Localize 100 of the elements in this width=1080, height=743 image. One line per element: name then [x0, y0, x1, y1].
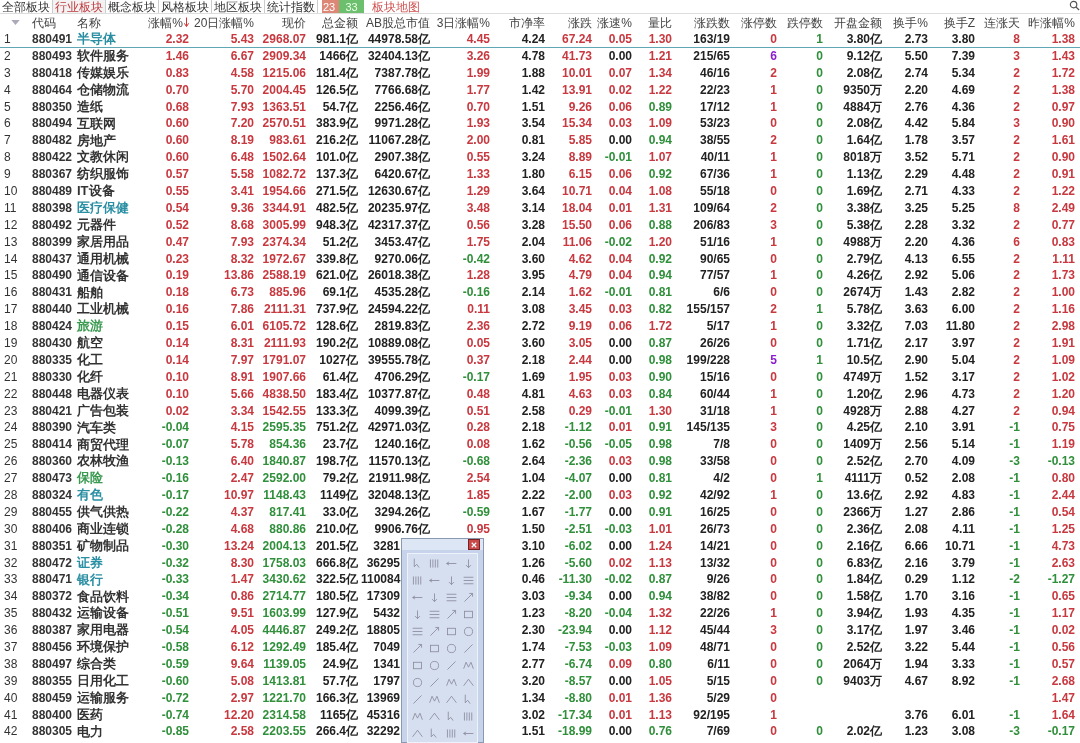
- table-cell: 2004.45: [262, 82, 306, 97]
- table-cell: 1139.05: [263, 656, 306, 671]
- column-header[interactable]: 3日涨幅%: [436, 13, 490, 32]
- row-number: 5: [4, 99, 11, 114]
- table-cell: 0: [816, 386, 823, 401]
- table-cell: 0: [770, 521, 777, 536]
- board-tab[interactable]: 行业板块: [53, 0, 106, 13]
- close-button[interactable]: [468, 539, 480, 550]
- table-cell: 5.08: [230, 673, 254, 688]
- selected-row[interactable]: 1 880491 半导体 2.32 5.43 2968.07 981.1亿 44978.58亿 4.45 4.24 67.24 0.05 1.30 163/19 0 1 3.80亿 2.73 3.80 8 1.38: [0, 31, 1080, 48]
- column-header[interactable]: 量比: [648, 13, 672, 32]
- code-cell: 880472: [32, 555, 73, 570]
- column-header[interactable]: 开盘金额: [834, 13, 882, 32]
- table-cell: 3.45: [568, 302, 592, 317]
- row-number: 13: [4, 234, 18, 249]
- table-cell: 1.71亿: [846, 336, 882, 350]
- code-cell: 880390: [32, 420, 73, 435]
- table-cell: 817.41: [269, 504, 306, 519]
- table-cell: -0.05: [604, 437, 632, 452]
- table-cell: 1.30: [648, 31, 672, 46]
- column-header[interactable]: 市净率: [509, 13, 545, 32]
- table-cell: 0.04: [608, 268, 632, 283]
- name-cell: 医疗保健: [77, 200, 129, 216]
- column-header[interactable]: 跌停数: [787, 13, 823, 32]
- table-cell: 5.58: [230, 167, 254, 182]
- table-cell: 2.58: [230, 724, 254, 739]
- table-cell: -1: [1009, 555, 1020, 570]
- table-cell: 1: [770, 82, 777, 97]
- table-cell: 1: [816, 352, 823, 367]
- table-cell: 1.01: [648, 521, 672, 536]
- code-cell: 880351: [32, 538, 73, 553]
- table-cell: 1.88: [521, 65, 545, 80]
- table-cell: 5.78亿: [846, 302, 882, 317]
- search-icon[interactable]: [1069, 0, 1080, 11]
- table-cell: 1.38: [1051, 31, 1075, 46]
- table-cell: 1.52: [904, 369, 928, 384]
- table-cell: 3.32亿: [846, 319, 882, 334]
- column-header[interactable]: 涨幅%: [148, 13, 189, 32]
- table-cell: 1: [770, 99, 777, 114]
- board-tab[interactable]: 统计指数: [265, 0, 318, 13]
- table-cell: 55/18: [699, 183, 730, 198]
- table-cell: 0.65: [1051, 589, 1075, 604]
- table-cell: 1603.99: [262, 606, 306, 621]
- column-header[interactable]: 涨跌数: [694, 13, 730, 32]
- name-cell: 电器仪表: [77, 385, 129, 401]
- table-cell: 1.36: [648, 690, 672, 705]
- column-header[interactable]: 代码: [32, 13, 56, 32]
- column-header[interactable]: AB股总市值: [366, 13, 430, 32]
- table-cell: 2: [1013, 65, 1020, 80]
- column-header[interactable]: 现价: [282, 13, 306, 32]
- name-cell: 广告包装: [77, 402, 129, 418]
- name-cell: 半导体: [77, 31, 116, 47]
- column-header[interactable]: 20日涨幅%: [193, 13, 254, 32]
- column-header[interactable]: 总金额: [322, 13, 358, 32]
- table-cell: 13.24: [223, 538, 254, 553]
- row-number: 15: [4, 268, 18, 283]
- table-cell: 15/16: [699, 369, 730, 384]
- table-cell: 0.77: [1051, 217, 1075, 232]
- column-header[interactable]: 换手Z: [943, 13, 975, 32]
- table-cell: -0.03: [604, 640, 632, 654]
- table-cell: 0: [816, 454, 823, 469]
- table-cell: 2.08: [951, 471, 975, 486]
- column-header[interactable]: 涨速%: [597, 13, 632, 32]
- table-cell: 5.34: [951, 65, 975, 80]
- dropdown-triangle-icon[interactable]: [10, 20, 20, 25]
- table-cell: 2: [1013, 183, 1020, 198]
- column-header[interactable]: 昨涨幅%: [1028, 13, 1075, 32]
- table-cell: 4.24: [521, 31, 545, 46]
- table-cell: 0.00: [608, 538, 632, 553]
- column-header[interactable]: 名称: [77, 13, 101, 32]
- table-cell: 1.78: [904, 133, 928, 148]
- table-cell: 0.47: [165, 234, 189, 249]
- board-map-link[interactable]: 板块地图: [372, 0, 420, 14]
- column-header[interactable]: 换手%: [893, 13, 928, 32]
- table-cell: 11.06: [562, 234, 592, 249]
- table-cell: 0.01: [608, 420, 632, 435]
- table-cell: 1840.87: [262, 454, 306, 469]
- table-cell: 0: [816, 99, 823, 114]
- board-tab[interactable]: 风格板块: [159, 0, 212, 13]
- table-cell: 2111.31: [263, 302, 306, 317]
- column-header[interactable]: 涨停数: [741, 13, 777, 32]
- column-header[interactable]: 连涨天: [984, 13, 1020, 32]
- column-header[interactable]: 涨跌: [568, 13, 592, 32]
- table-cell: 18805: [366, 623, 400, 638]
- table-cell: 6.12: [230, 640, 254, 654]
- drawing-tool-icon: [462, 709, 475, 723]
- table-cell: 5.78: [230, 437, 254, 452]
- table-cell: 2.30: [521, 623, 545, 638]
- board-tab[interactable]: 地区板块: [212, 0, 265, 13]
- table-cell: 9.19: [568, 319, 592, 334]
- table-cell: 2366万: [843, 504, 882, 519]
- table-cell: -0.13: [1047, 454, 1075, 469]
- board-tab[interactable]: 概念板块: [106, 0, 159, 13]
- table-cell: 0.54: [1051, 504, 1075, 519]
- table-cell: 2.82: [951, 285, 975, 300]
- table-cell: 3430.62: [262, 572, 306, 587]
- table-cell: 2.76: [904, 99, 928, 114]
- table-cell: 1.72: [648, 319, 672, 334]
- table-cell: 69.1亿: [322, 285, 358, 300]
- table-cell: -0.01: [604, 403, 632, 418]
